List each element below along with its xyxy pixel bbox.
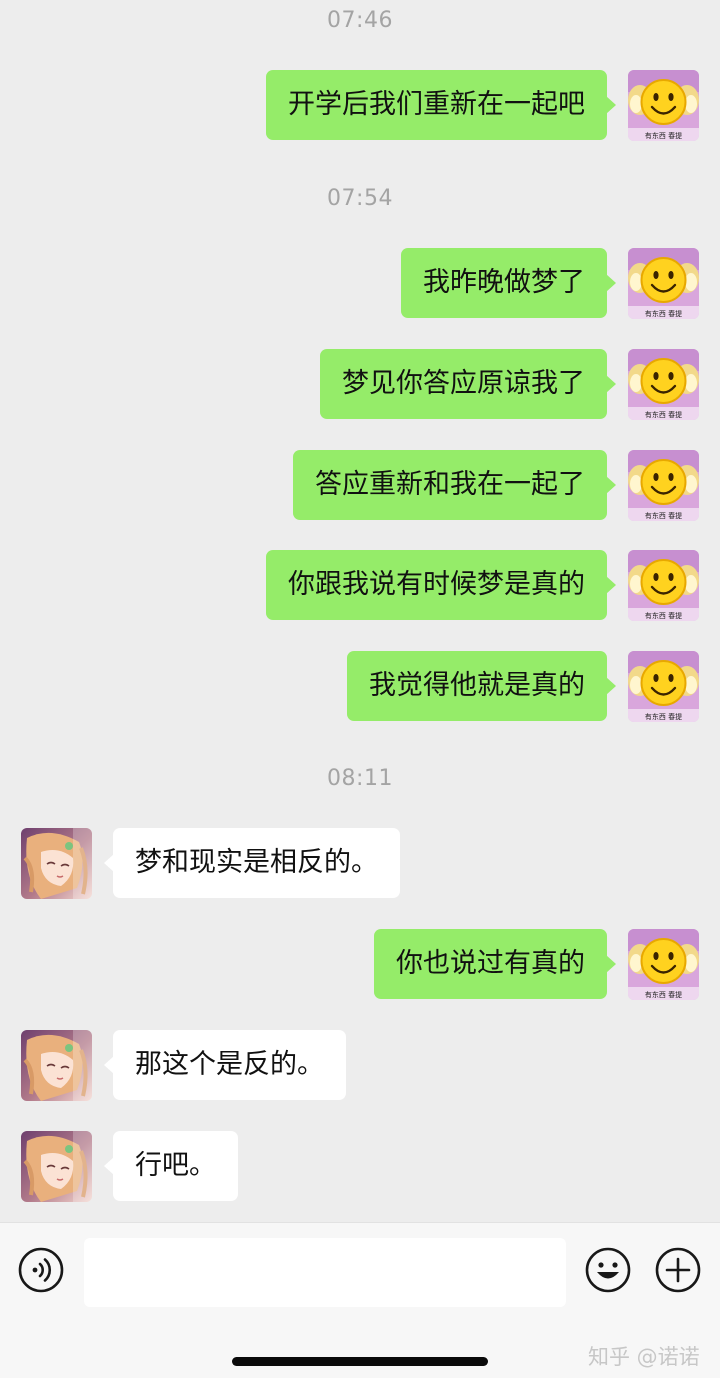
- message-row: 那这个是反的。: [0, 1030, 720, 1102]
- wechat-chat-screen: 07:46 开学后我们重新在一起吧 有东西 春提 07:54 我昨晚做梦了 有东…: [0, 0, 720, 1378]
- timestamp: 07:54: [327, 186, 393, 211]
- friend-avatar[interactable]: [21, 1030, 92, 1101]
- plus-icon[interactable]: [655, 1247, 701, 1293]
- my-avatar[interactable]: 有东西 春提: [628, 550, 699, 621]
- svg-text:有东西 春提: 有东西 春提: [645, 712, 682, 721]
- message-row: 开学后我们重新在一起吧 有东西 春提: [0, 70, 720, 142]
- timestamp: 07:46: [327, 8, 393, 33]
- received-message-bubble[interactable]: 那这个是反的。: [104, 1030, 346, 1100]
- timestamp: 08:11: [327, 766, 393, 791]
- input-bar: 知乎 @诺诺: [0, 1222, 720, 1378]
- sent-message-bubble[interactable]: 开学后我们重新在一起吧: [266, 70, 616, 140]
- friend-avatar[interactable]: [21, 1131, 92, 1202]
- message-input[interactable]: [84, 1238, 566, 1307]
- svg-text:有东西 春提: 有东西 春提: [645, 511, 682, 520]
- received-message-bubble[interactable]: 梦和现实是相反的。: [104, 828, 400, 898]
- voice-icon[interactable]: [18, 1247, 64, 1293]
- message-row: 梦见你答应原谅我了 有东西 春提: [0, 349, 720, 421]
- sent-message-bubble[interactable]: 你也说过有真的: [374, 929, 616, 999]
- svg-text:有东西 春提: 有东西 春提: [645, 410, 682, 419]
- message-list[interactable]: 07:46 开学后我们重新在一起吧 有东西 春提 07:54 我昨晚做梦了 有东…: [0, 0, 720, 1220]
- my-avatar[interactable]: 有东西 春提: [628, 450, 699, 521]
- my-avatar[interactable]: 有东西 春提: [628, 70, 699, 141]
- home-indicator: [232, 1357, 488, 1366]
- my-avatar[interactable]: 有东西 春提: [628, 248, 699, 319]
- svg-text:有东西 春提: 有东西 春提: [645, 611, 682, 620]
- sent-message-bubble[interactable]: 梦见你答应原谅我了: [320, 349, 616, 419]
- sent-message-bubble[interactable]: 答应重新和我在一起了: [293, 450, 616, 520]
- my-avatar[interactable]: 有东西 春提: [628, 651, 699, 722]
- sent-message-bubble[interactable]: 我觉得他就是真的: [347, 651, 616, 721]
- friend-avatar[interactable]: [21, 828, 92, 899]
- emoji-icon[interactable]: [585, 1247, 631, 1293]
- message-row: 梦和现实是相反的。: [0, 828, 720, 900]
- received-message-bubble[interactable]: 行吧。: [104, 1131, 238, 1201]
- svg-text:有东西 春提: 有东西 春提: [645, 131, 682, 140]
- message-row: 你也说过有真的 有东西 春提: [0, 929, 720, 1001]
- svg-text:有东西 春提: 有东西 春提: [645, 990, 682, 999]
- sent-message-bubble[interactable]: 你跟我说有时候梦是真的: [266, 550, 616, 620]
- message-row: 答应重新和我在一起了 有东西 春提: [0, 450, 720, 522]
- watermark: 知乎 @诺诺: [588, 1345, 700, 1369]
- message-row: 我昨晚做梦了 有东西 春提: [0, 248, 720, 320]
- my-avatar[interactable]: 有东西 春提: [628, 349, 699, 420]
- svg-text:有东西 春提: 有东西 春提: [645, 309, 682, 318]
- sent-message-bubble[interactable]: 我昨晚做梦了: [401, 248, 616, 318]
- my-avatar[interactable]: 有东西 春提: [628, 929, 699, 1000]
- message-row: 我觉得他就是真的 有东西 春提: [0, 651, 720, 723]
- message-row: 你跟我说有时候梦是真的 有东西 春提: [0, 550, 720, 622]
- message-row: 行吧。: [0, 1131, 720, 1203]
